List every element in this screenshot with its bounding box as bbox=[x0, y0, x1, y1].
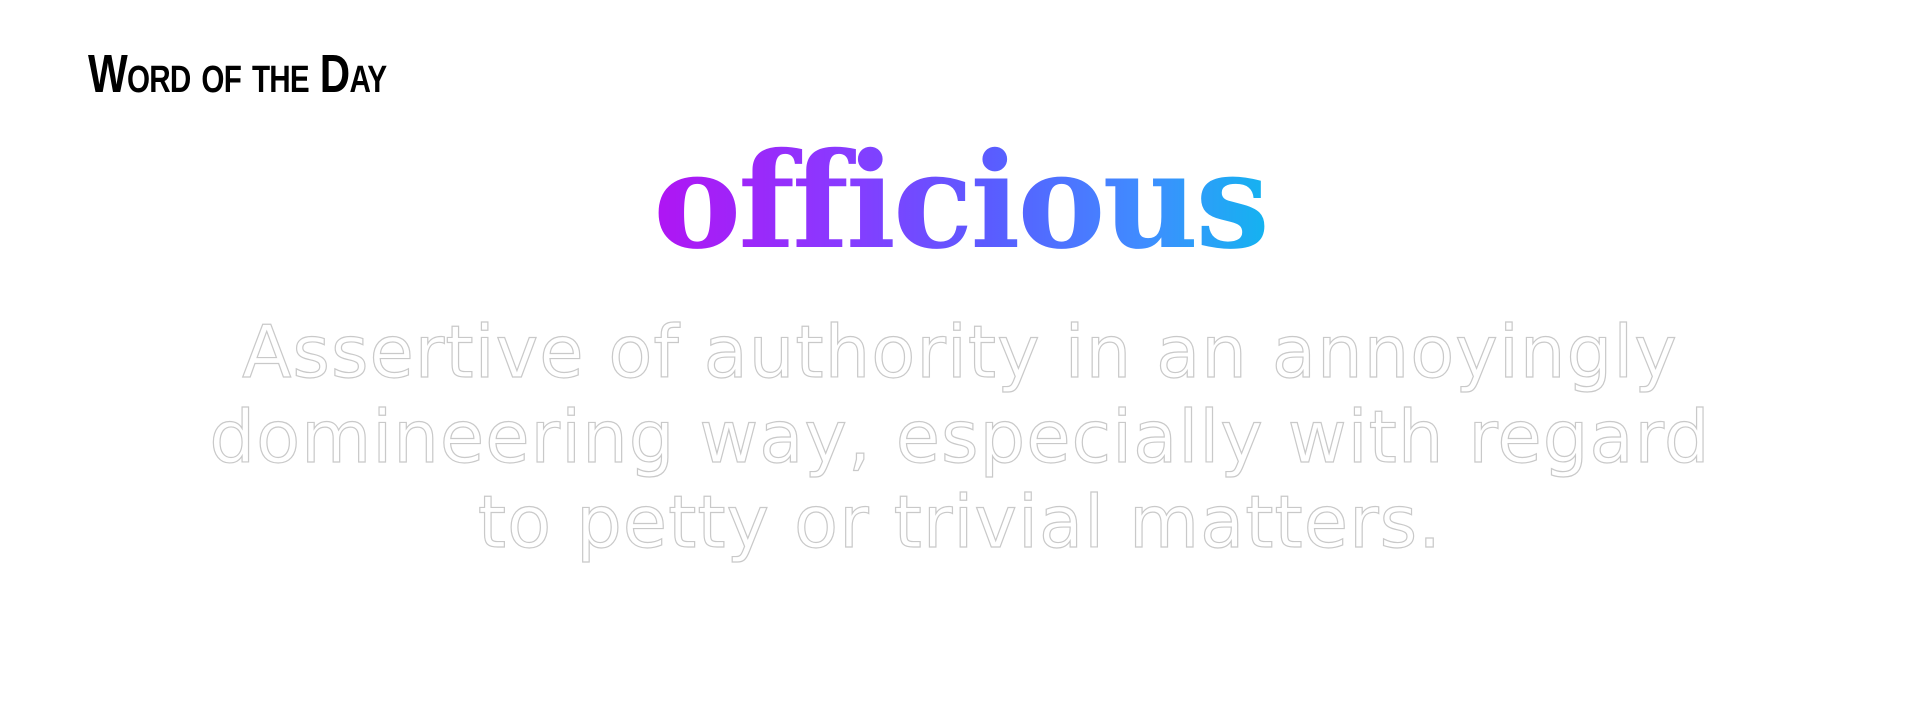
word-of-the-day-card: Word of the Day officious Assertive of a… bbox=[0, 0, 1920, 720]
featured-word-text: officious bbox=[653, 124, 1270, 279]
section-title: Word of the Day bbox=[88, 44, 387, 104]
featured-word: officious bbox=[0, 132, 1920, 272]
word-definition: Assertive of authority in an annoyingly … bbox=[209, 309, 1711, 564]
